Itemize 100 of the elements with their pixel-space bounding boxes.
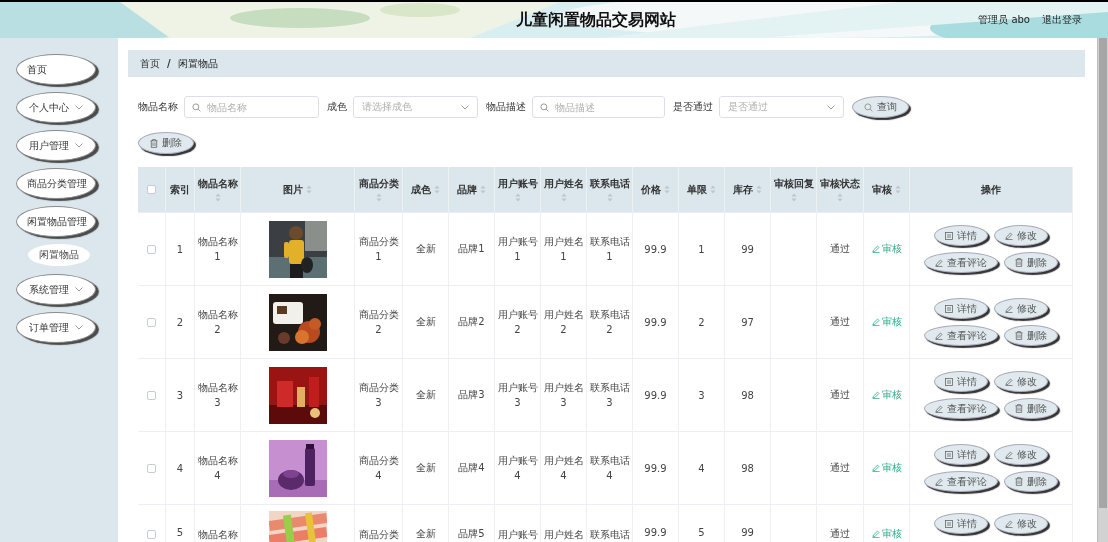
- checkbox[interactable]: [147, 463, 156, 473]
- column-header[interactable]: 用户账号: [497, 177, 538, 191]
- delete-button[interactable]: 删除: [1004, 252, 1058, 273]
- breadcrumb-link[interactable]: 首页: [140, 56, 160, 71]
- column-header[interactable]: 价格: [641, 182, 661, 197]
- column-header[interactable]: 物品名称: [197, 177, 238, 191]
- sidebar-item[interactable]: 订单管理: [16, 312, 96, 343]
- table-cell: 品牌1: [449, 213, 495, 285]
- checkbox[interactable]: [147, 390, 156, 400]
- table-cell: 物品名称3: [195, 359, 241, 431]
- column-header[interactable]: 审核状态: [820, 177, 860, 191]
- trash-icon: [1015, 258, 1023, 267]
- table-cell: 通过: [817, 432, 864, 504]
- table-cell: 全新: [403, 432, 449, 504]
- filter-label: 是否通过: [673, 100, 713, 114]
- edit-button[interactable]: 修改: [994, 225, 1048, 246]
- column-header[interactable]: 品牌: [457, 182, 477, 197]
- column-header[interactable]: 联系电话: [589, 177, 630, 191]
- details-button[interactable]: 详情: [934, 371, 988, 392]
- column-header[interactable]: 审核回复: [773, 177, 814, 191]
- delete-button[interactable]: 删除: [138, 132, 194, 154]
- search-button[interactable]: 查询: [852, 96, 909, 118]
- table-cell: 5: [166, 505, 195, 542]
- edit-button[interactable]: 修改: [994, 298, 1048, 319]
- sort-icon: [560, 193, 567, 202]
- table-cell: 物品名称4: [195, 432, 241, 504]
- pencil-icon: [871, 318, 880, 326]
- checkbox[interactable]: [147, 317, 156, 327]
- filter-label: 物品描述: [486, 100, 526, 114]
- column-header[interactable]: 成色: [411, 182, 431, 197]
- pencil-icon: [1005, 519, 1013, 528]
- delete-button[interactable]: 删除: [1004, 398, 1058, 419]
- table-cell: 97: [725, 286, 771, 358]
- delete-button[interactable]: 删除: [1004, 325, 1058, 346]
- sidebar-subitem[interactable]: 闲置物品: [28, 244, 90, 266]
- delete-button[interactable]: 删除: [1004, 471, 1058, 492]
- sidebar-item[interactable]: 系统管理: [16, 274, 96, 305]
- edit-button[interactable]: 修改: [994, 513, 1048, 534]
- column-header[interactable]: 图片: [283, 182, 303, 197]
- view-comments-button[interactable]: 查看评论: [924, 471, 998, 492]
- trash-icon: [1015, 404, 1023, 413]
- sidebar-item[interactable]: 首页: [16, 54, 96, 85]
- table-cell: 联系电话3: [587, 359, 633, 431]
- sort-icon: [375, 193, 382, 202]
- column-header[interactable]: 库存: [733, 182, 753, 197]
- table-cell: 联系电话: [587, 505, 633, 542]
- search-field[interactable]: 物品名称: [184, 96, 319, 118]
- table-cell: 98: [725, 359, 771, 431]
- details-button[interactable]: 详情: [934, 444, 988, 465]
- edit-button[interactable]: 修改: [994, 371, 1048, 392]
- search-field[interactable]: 物品描述: [532, 96, 665, 118]
- checkbox[interactable]: [147, 185, 156, 194]
- sort-icon: [756, 185, 762, 194]
- chevron-down-icon: [75, 143, 83, 148]
- sort-icon: [710, 185, 716, 194]
- table-cell: 99.9: [633, 359, 679, 431]
- table-cell: 2: [166, 286, 195, 358]
- pencil-icon: [935, 258, 943, 267]
- sort-icon: [606, 193, 613, 202]
- table-cell: 通过: [817, 213, 864, 285]
- table-cell: 用户账号: [495, 505, 541, 542]
- pencil-icon: [871, 464, 880, 472]
- view-comments-button[interactable]: 查看评论: [924, 325, 998, 346]
- details-button[interactable]: 详情: [934, 513, 988, 534]
- column-header[interactable]: 单限: [687, 182, 707, 197]
- sidebar-item[interactable]: 个人中心: [16, 92, 96, 123]
- pencil-icon: [871, 530, 880, 538]
- table-cell: 99.9: [633, 505, 679, 542]
- table-cell: 联系电话2: [587, 286, 633, 358]
- trash-icon: [1015, 477, 1023, 486]
- column-header[interactable]: 用户姓名: [543, 177, 584, 191]
- site-title: 儿童闲置物品交易网站: [516, 9, 676, 31]
- checkbox[interactable]: [147, 244, 156, 254]
- column-header: 操作: [981, 182, 1001, 197]
- edit-button[interactable]: 修改: [994, 444, 1048, 465]
- sort-icon: [306, 185, 312, 194]
- details-button[interactable]: 详情: [934, 225, 988, 246]
- scrollbar[interactable]: [1097, 38, 1108, 542]
- admin-user-label: 管理员 abo: [978, 13, 1030, 27]
- table-cell: 4: [679, 432, 725, 504]
- column-header[interactable]: 审核: [872, 182, 892, 197]
- view-comments-button[interactable]: 查看评论: [924, 398, 998, 419]
- table-cell: 用户姓名4: [541, 432, 587, 504]
- pencil-icon: [935, 404, 943, 413]
- chevron-down-icon: [827, 104, 835, 110]
- sort-icon: [480, 185, 486, 194]
- sort-icon: [514, 193, 521, 202]
- table-cell: 3: [679, 359, 725, 431]
- table-cell: 通过: [817, 359, 864, 431]
- view-comments-button[interactable]: 查看评论: [924, 252, 998, 273]
- sidebar-item[interactable]: 商品分类管理: [16, 168, 96, 199]
- chevron-down-icon: [461, 104, 469, 110]
- column-header[interactable]: 商品分类: [358, 177, 399, 191]
- sidebar-item[interactable]: 用户管理: [16, 130, 96, 161]
- filter-label: 成色: [327, 100, 347, 114]
- table-cell: 用户账号2: [495, 286, 541, 358]
- checkbox[interactable]: [147, 530, 156, 539]
- logout-link[interactable]: 退出登录: [1042, 13, 1082, 27]
- sidebar-item[interactable]: 闲置物品管理: [16, 206, 96, 237]
- details-button[interactable]: 详情: [934, 298, 988, 319]
